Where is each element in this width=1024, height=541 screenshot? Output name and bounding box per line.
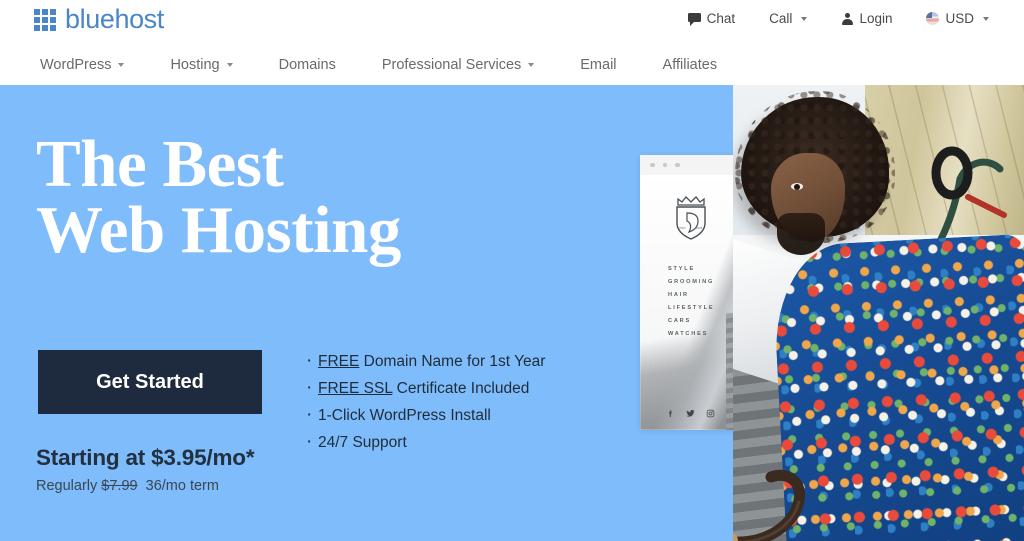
mockup-menu-item: WATCHES — [668, 331, 709, 337]
feature-item: 24/7 Support — [304, 428, 545, 456]
nav-item-domains-label: Domains — [278, 56, 336, 73]
utility-item-call[interactable]: Call — [752, 11, 824, 26]
main-navigation: WordPress Hosting Domains Professional S… — [0, 44, 1024, 85]
feature-emphasis: FREE — [318, 353, 360, 370]
hero-headline-line2: Web Hosting — [36, 193, 401, 268]
instagram-icon — [706, 409, 715, 418]
window-dot-icon — [650, 162, 655, 168]
utility-item-chat[interactable]: Chat — [671, 11, 753, 26]
utility-item-currency[interactable]: USD — [909, 11, 1006, 26]
feature-text: Certificate Included — [392, 380, 530, 397]
feature-text: 1-Click WordPress Install — [318, 407, 491, 424]
price-subtext: Regularly $7.99 36/mo term — [36, 478, 219, 494]
photo-eye — [791, 183, 803, 190]
user-icon — [841, 12, 853, 25]
nav-item-professional-services[interactable]: Professional Services — [381, 56, 535, 73]
feature-item: FREE SSL Certificate Included — [304, 374, 545, 402]
crown-shield-crest-icon: ESTD 2018 — [676, 196, 706, 240]
nav-item-wordpress[interactable]: WordPress — [40, 56, 125, 73]
top-utility-bar: bluehost Chat Call Login USD — [0, 0, 1024, 44]
facebook-icon — [669, 410, 672, 417]
photo-beard — [777, 213, 825, 255]
window-dot-icon — [675, 162, 680, 168]
nav-item-hosting-label: Hosting — [170, 56, 220, 73]
feature-emphasis: FREE SSL — [318, 380, 393, 397]
chevron-down-icon — [226, 62, 233, 67]
nav-item-professional-services-label: Professional Services — [381, 56, 522, 73]
mockup-menu: STYLE GROOMING HAIR LIFESTYLE CARS WATCH… — [668, 263, 714, 341]
mockup-menu-item: HAIR — [668, 292, 689, 298]
nav-item-affiliates-label: Affiliates — [662, 56, 718, 73]
mockup-menu-item: STYLE — [668, 266, 696, 272]
chevron-down-icon — [528, 62, 535, 67]
svg-text:2018: 2018 — [696, 226, 703, 230]
price-headline: Starting at $3.95/mo* — [36, 445, 255, 470]
feature-text: 24/7 Support — [318, 434, 407, 451]
nav-item-email[interactable]: Email — [580, 57, 616, 73]
feature-text: Domain Name for 1st Year — [359, 353, 546, 370]
get-started-button[interactable]: Get Started — [38, 350, 262, 414]
brand-name: bluehost — [65, 4, 164, 34]
us-flag-icon — [926, 12, 940, 25]
utility-item-chat-label: Chat — [706, 11, 736, 26]
utility-nav: Chat Call Login USD — [671, 11, 1006, 26]
utility-item-login[interactable]: Login — [824, 11, 909, 26]
nav-item-domains[interactable]: Domains — [279, 57, 336, 73]
utility-item-login-label: Login — [859, 11, 893, 26]
hero-headline: The Best Web Hosting — [36, 131, 401, 264]
hero-section: The Best Web Hosting Get Started Startin… — [0, 85, 733, 541]
svg-text:ESTD: ESTD — [678, 226, 685, 230]
window-dot-icon — [662, 162, 667, 168]
chevron-down-icon — [983, 16, 989, 21]
bicycle-handlebar-icon — [733, 469, 806, 541]
price-struck: $7.99 — [101, 478, 138, 494]
mockup-menu-item: CARS — [668, 318, 692, 324]
price-prefix: Regularly — [36, 478, 98, 494]
twitter-icon — [686, 409, 695, 417]
bluehost-logo[interactable]: bluehost — [34, 6, 164, 33]
nav-item-affiliates[interactable]: Affiliates — [663, 57, 718, 73]
feature-list: FREE Domain Name for 1st Year FREE SSL C… — [304, 347, 546, 456]
hero-photo — [733, 85, 1024, 541]
chevron-down-icon — [801, 16, 808, 21]
nav-item-wordpress-label: WordPress — [40, 56, 112, 73]
hero-headline-line1: The Best — [36, 127, 284, 201]
mockup-menu-item: GROOMING — [668, 279, 715, 285]
nav-item-email-label: Email — [580, 56, 617, 73]
utility-item-currency-label: USD — [945, 11, 974, 26]
chat-bubble-icon — [687, 13, 701, 26]
mockup-menu-item: LIFESTYLE — [668, 305, 715, 311]
mockup-social-links — [666, 409, 715, 418]
feature-item: FREE Domain Name for 1st Year — [304, 347, 546, 375]
grid-9-squares-icon — [34, 8, 56, 31]
utility-item-call-label: Call — [769, 11, 793, 26]
feature-item: 1-Click WordPress Install — [304, 401, 545, 429]
chevron-down-icon — [118, 62, 125, 67]
price-term: 36/mo term — [145, 478, 219, 494]
nav-item-hosting[interactable]: Hosting — [170, 56, 233, 73]
